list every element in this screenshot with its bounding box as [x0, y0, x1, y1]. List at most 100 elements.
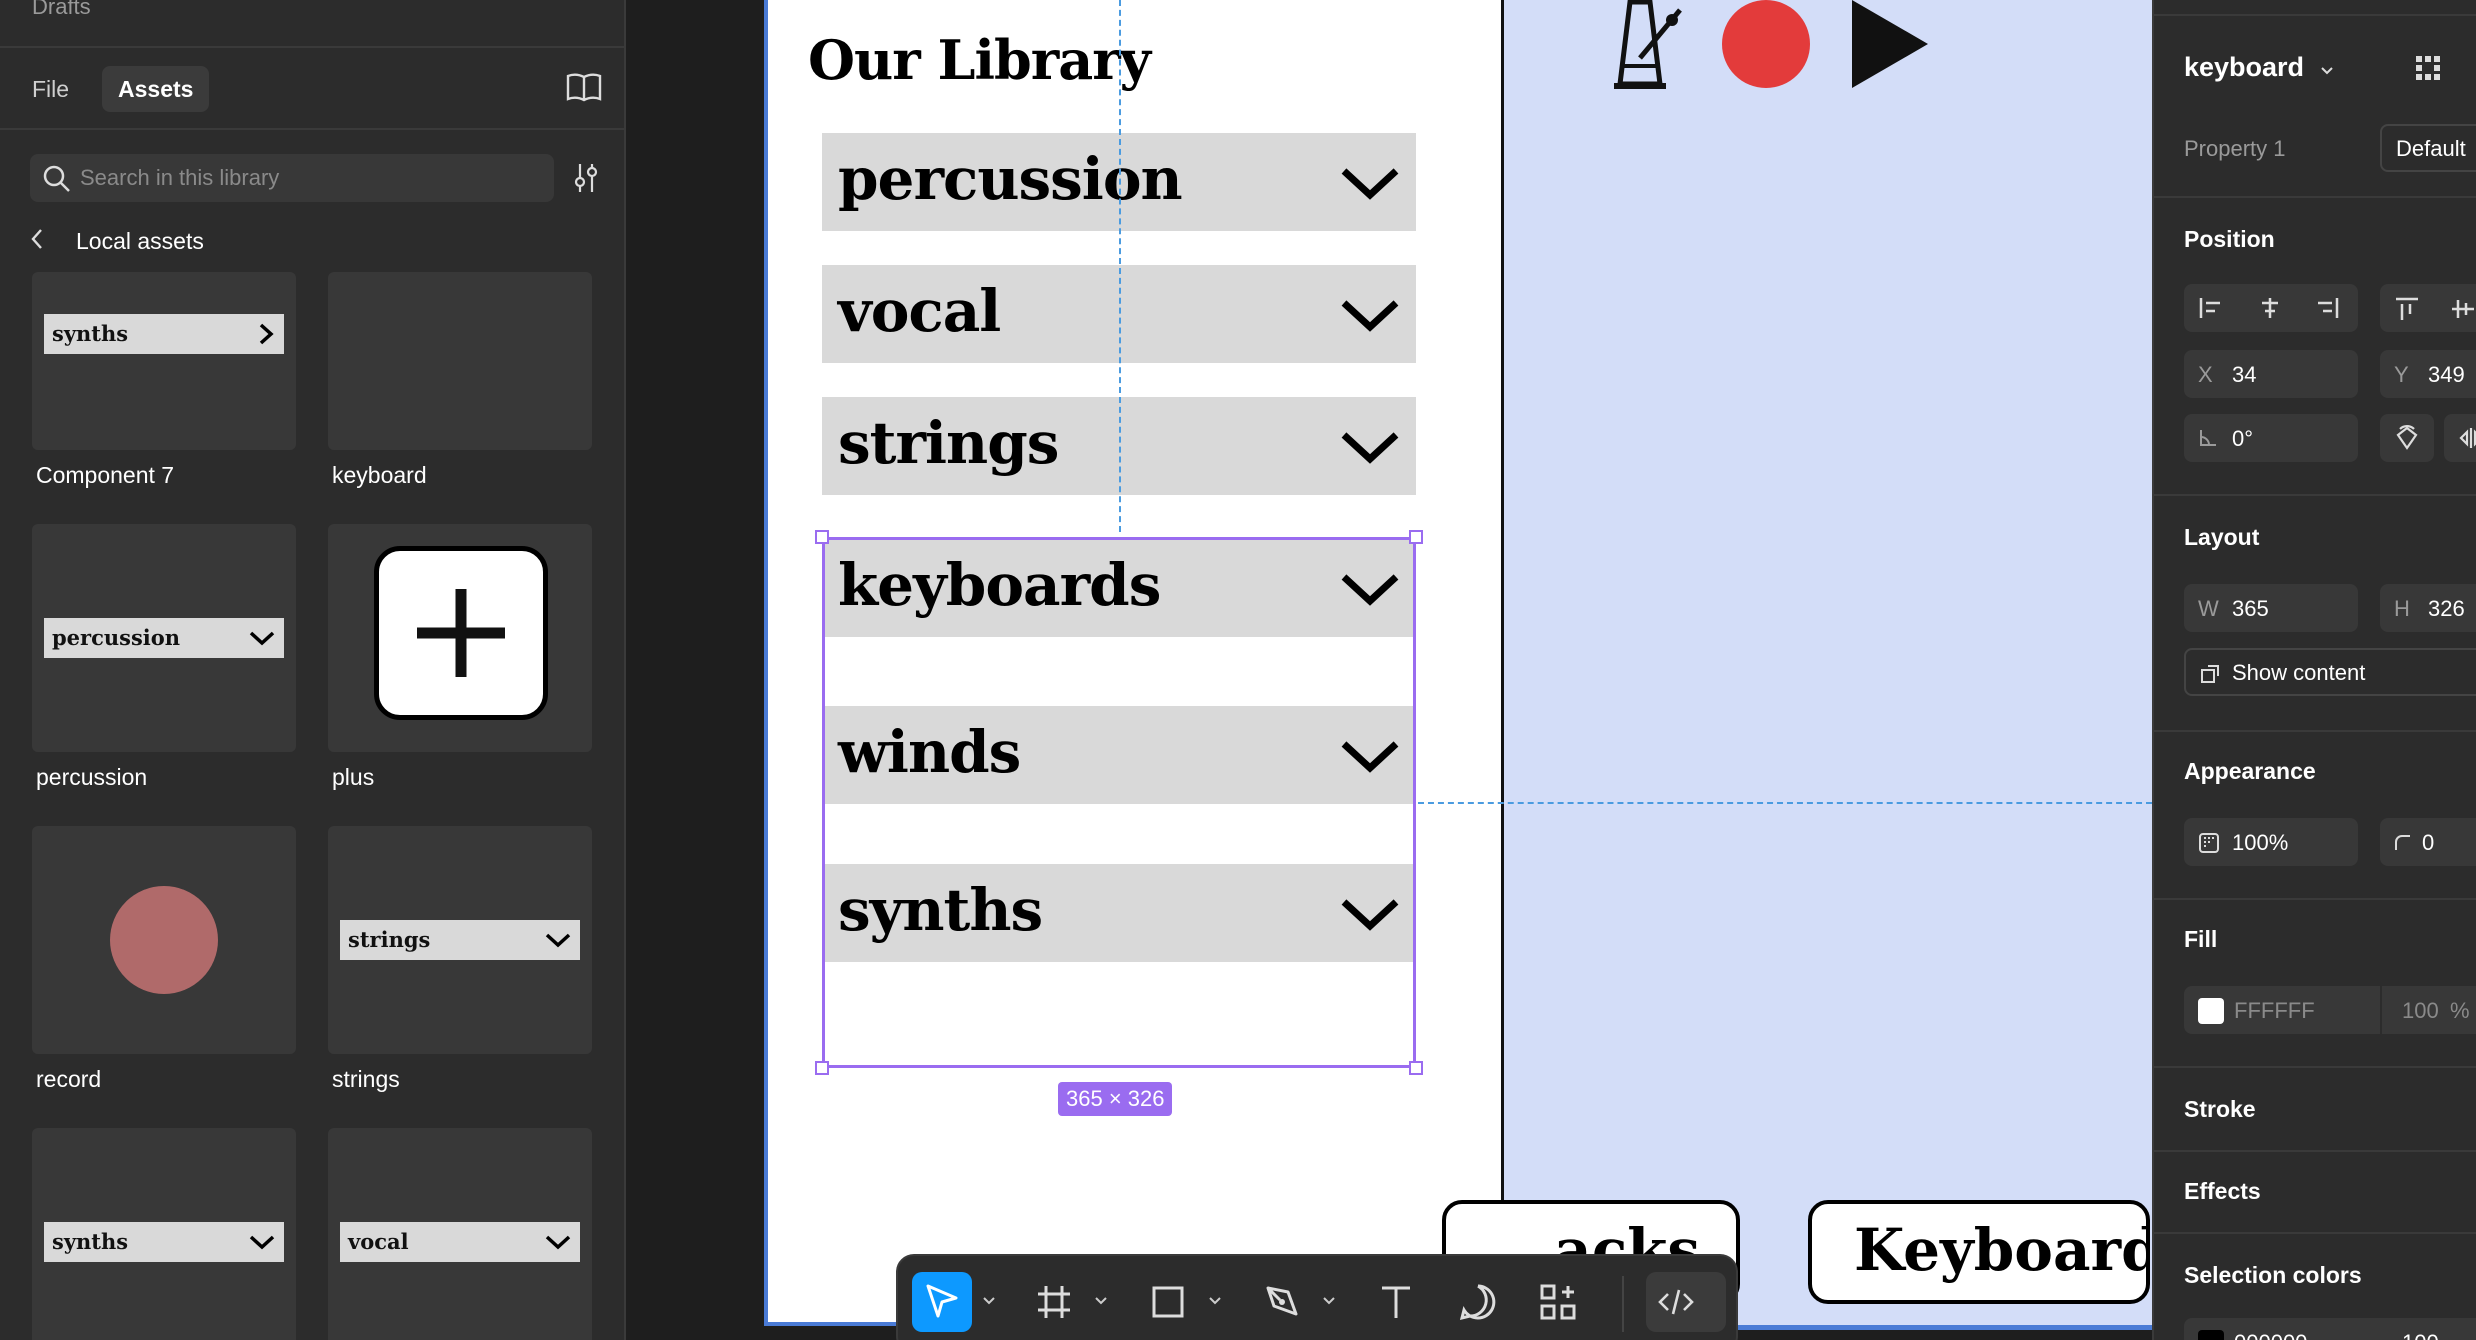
- show-content-label: Show content: [2232, 660, 2366, 685]
- actions-tool[interactable]: [1528, 1272, 1588, 1332]
- figma-window: Drafts File Assets Search in this librar…: [0, 0, 2476, 1340]
- chevron-down-icon: [2320, 67, 2333, 75]
- x-field[interactable]: X 34: [2184, 350, 2358, 398]
- selection-color-row[interactable]: 000000 100: [2184, 1318, 2476, 1340]
- align-right-icon[interactable]: [2312, 296, 2340, 320]
- selection-box[interactable]: [822, 537, 1416, 1068]
- comment-icon: [1459, 1284, 1496, 1321]
- pen-tool[interactable]: [1252, 1272, 1312, 1332]
- component-grid-icon[interactable]: [2414, 54, 2442, 82]
- chevron-down-icon[interactable]: [1208, 1296, 1222, 1306]
- asset-preview: percussion: [44, 618, 284, 658]
- align-center-icon[interactable]: [2256, 296, 2284, 320]
- x-label: X: [2198, 362, 2213, 387]
- divider: [2380, 986, 2382, 1034]
- comment-tool[interactable]: [1448, 1272, 1508, 1332]
- chevron-down-icon: [249, 1235, 275, 1250]
- radius-value: 0: [2422, 830, 2435, 855]
- corner-radius-field[interactable]: 0: [2380, 818, 2476, 866]
- asset-preview: synths: [44, 314, 284, 354]
- asset-name: percussion: [36, 764, 148, 790]
- align-top-icon[interactable]: [2394, 296, 2420, 322]
- resize-handle[interactable]: [1409, 1061, 1423, 1075]
- rotation-field[interactable]: 0°: [2184, 414, 2358, 462]
- asset-tile-vocal[interactable]: vocal: [328, 1128, 592, 1340]
- rotate-icon: [2396, 425, 2418, 450]
- chevron-down-icon[interactable]: [982, 1296, 996, 1306]
- selection-size-badge: 365 × 326: [1058, 1082, 1173, 1116]
- y-field[interactable]: Y 349: [2380, 350, 2476, 398]
- fill-row[interactable]: FFFFFF 100 %: [2184, 986, 2476, 1034]
- record-icon[interactable]: [1722, 0, 1810, 88]
- stroke-heading[interactable]: Stroke: [2184, 1096, 2256, 1123]
- height-field[interactable]: H 326: [2380, 584, 2476, 632]
- effects-heading[interactable]: Effects: [2184, 1178, 2261, 1205]
- play-icon[interactable]: [1850, 0, 1930, 95]
- pen-icon: [1266, 1286, 1298, 1316]
- local-assets-label: Local assets: [76, 228, 204, 254]
- position-heading: Position: [2184, 226, 2275, 252]
- filter-settings-icon[interactable]: [570, 162, 602, 199]
- rectangle-tool[interactable]: [1138, 1272, 1198, 1332]
- width-field[interactable]: W 365: [2184, 584, 2358, 632]
- opacity-field[interactable]: 100%: [2184, 818, 2358, 866]
- divider: [0, 128, 624, 130]
- frame-title: Our Library: [808, 28, 1151, 92]
- asset-tile-percussion[interactable]: percussion: [32, 524, 296, 752]
- divider: [2154, 14, 2476, 16]
- asset-tile-strings[interactable]: strings: [328, 826, 592, 1054]
- property-select[interactable]: Default: [2380, 124, 2476, 172]
- align-middle-icon[interactable]: [2450, 296, 2476, 322]
- text-icon: [1382, 1286, 1410, 1318]
- h-label: H: [2394, 596, 2410, 621]
- asset-tile-component-7[interactable]: synths: [32, 272, 296, 450]
- frame-icon: [1038, 1286, 1070, 1318]
- drafts-label: Drafts: [32, 0, 91, 19]
- align-left-icon[interactable]: [2198, 296, 2226, 320]
- layout-heading: Layout: [2184, 524, 2260, 550]
- search-placeholder: Search in this library: [80, 165, 280, 190]
- selection-color-swatch[interactable]: [2198, 1330, 2224, 1340]
- keyboard-button[interactable]: Keyboard: [1808, 1200, 2150, 1304]
- selection-color-opacity: 100: [2402, 1330, 2439, 1340]
- dev-mode-toggle[interactable]: [1646, 1272, 1726, 1332]
- smart-guide-horizontal: [1418, 802, 2152, 804]
- code-icon: [1658, 1289, 1694, 1315]
- assets-panel: Drafts File Assets Search in this librar…: [0, 0, 626, 1340]
- text-tool[interactable]: [1366, 1272, 1426, 1332]
- move-tool[interactable]: [912, 1272, 972, 1332]
- fill-swatch[interactable]: [2198, 998, 2224, 1024]
- tab-assets[interactable]: Assets: [102, 66, 210, 112]
- frame-tool[interactable]: [1024, 1272, 1084, 1332]
- metronome-icon[interactable]: [1600, 0, 1690, 97]
- divider: [2154, 1232, 2476, 1234]
- divider: [2154, 494, 2476, 496]
- chevron-down-icon[interactable]: [1322, 1296, 1336, 1306]
- w-value: 365: [2232, 596, 2269, 621]
- resize-handle[interactable]: [815, 1061, 829, 1075]
- chevron-down-icon: [545, 933, 571, 948]
- design-canvas[interactable]: Our Library percussion vocal strings key…: [628, 0, 2152, 1340]
- chevron-down-icon[interactable]: [1094, 1296, 1108, 1306]
- rotate-button[interactable]: [2380, 414, 2434, 462]
- x-value: 34: [2232, 362, 2257, 387]
- library-book-icon[interactable]: [566, 72, 602, 102]
- player-frame[interactable]: [1504, 0, 2152, 1330]
- tab-file[interactable]: File: [16, 66, 85, 112]
- asset-preview: synths: [44, 1222, 284, 1262]
- resize-handle[interactable]: [815, 530, 829, 544]
- asset-tile-keyboard[interactable]: [328, 272, 592, 450]
- asset-tile-synths[interactable]: synths: [32, 1128, 296, 1340]
- chevron-right-icon: [259, 323, 274, 345]
- chevron-down-icon: [1341, 168, 1399, 200]
- asset-name: Component 7: [36, 462, 175, 488]
- search-input[interactable]: Search in this library: [30, 154, 554, 202]
- show-content-button[interactable]: Show content: [2184, 648, 2476, 696]
- component-name[interactable]: keyboard: [2184, 52, 2334, 83]
- flip-button[interactable]: [2444, 414, 2476, 462]
- back-to-local-assets[interactable]: Local assets: [30, 228, 204, 256]
- property-label: Property 1: [2184, 136, 2286, 161]
- asset-tile-plus[interactable]: [328, 524, 592, 752]
- resize-handle[interactable]: [1409, 530, 1423, 544]
- asset-tile-record[interactable]: [32, 826, 296, 1054]
